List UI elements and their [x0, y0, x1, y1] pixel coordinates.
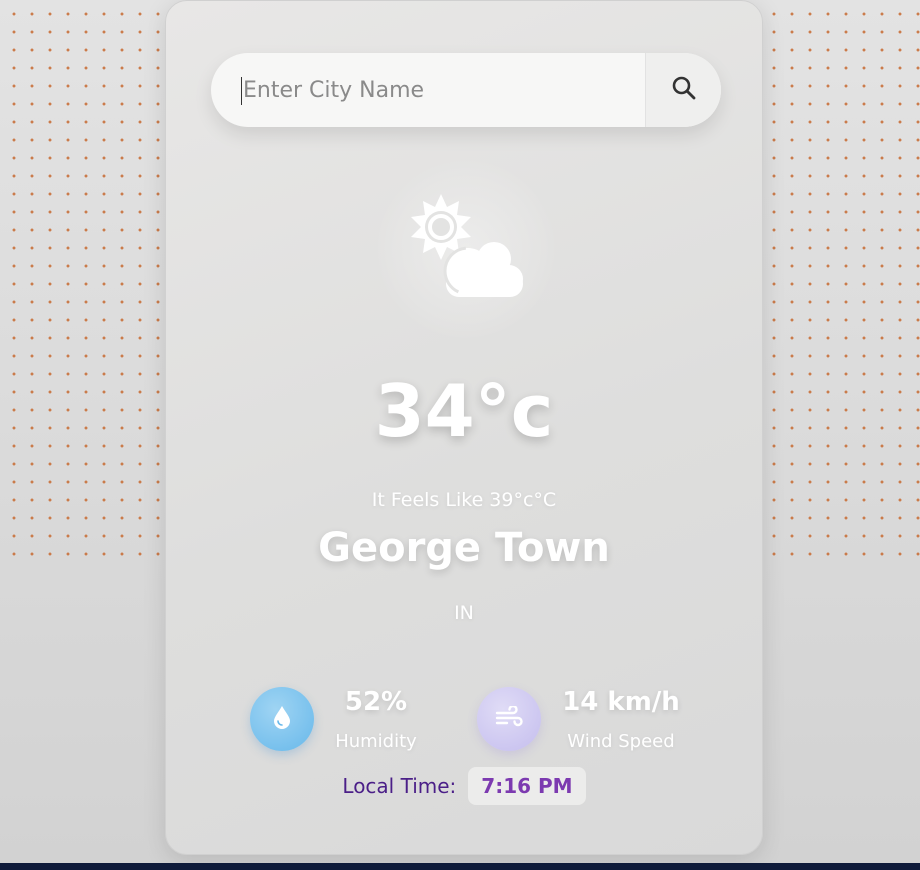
city-search-input[interactable]: [211, 53, 645, 127]
dot-pattern-right: [760, 0, 920, 562]
country-code: IN: [454, 602, 474, 624]
wind-badge: [477, 687, 541, 751]
water-drop-icon: [272, 705, 292, 733]
local-time-row: Local Time: 7:16 PM: [166, 767, 762, 805]
dot-pattern-left: [0, 0, 170, 562]
weather-icon-container: [376, 159, 556, 339]
wind-speed-value: 14 km/h: [562, 687, 680, 717]
temperature-value: 34°c: [374, 369, 554, 453]
search-button[interactable]: [645, 53, 721, 127]
humidity-value: 52%: [344, 687, 408, 717]
feels-like-text: It Feels Like 39°c°C: [371, 489, 557, 511]
taskbar-strip: [0, 863, 920, 870]
wind-icon: [495, 704, 523, 732]
search-bar: [211, 53, 721, 127]
city-name: George Town: [318, 525, 610, 571]
wind-speed-label: Wind Speed: [567, 731, 675, 752]
local-time-value: 7:16 PM: [468, 767, 586, 805]
search-icon: [671, 75, 697, 105]
weather-card: 34°c It Feels Like 39°c°C George Town IN…: [165, 0, 763, 855]
local-time-label: Local Time:: [342, 774, 457, 798]
humidity-badge: [250, 687, 314, 751]
text-caret: [241, 77, 242, 105]
humidity-label: Humidity: [335, 731, 417, 752]
